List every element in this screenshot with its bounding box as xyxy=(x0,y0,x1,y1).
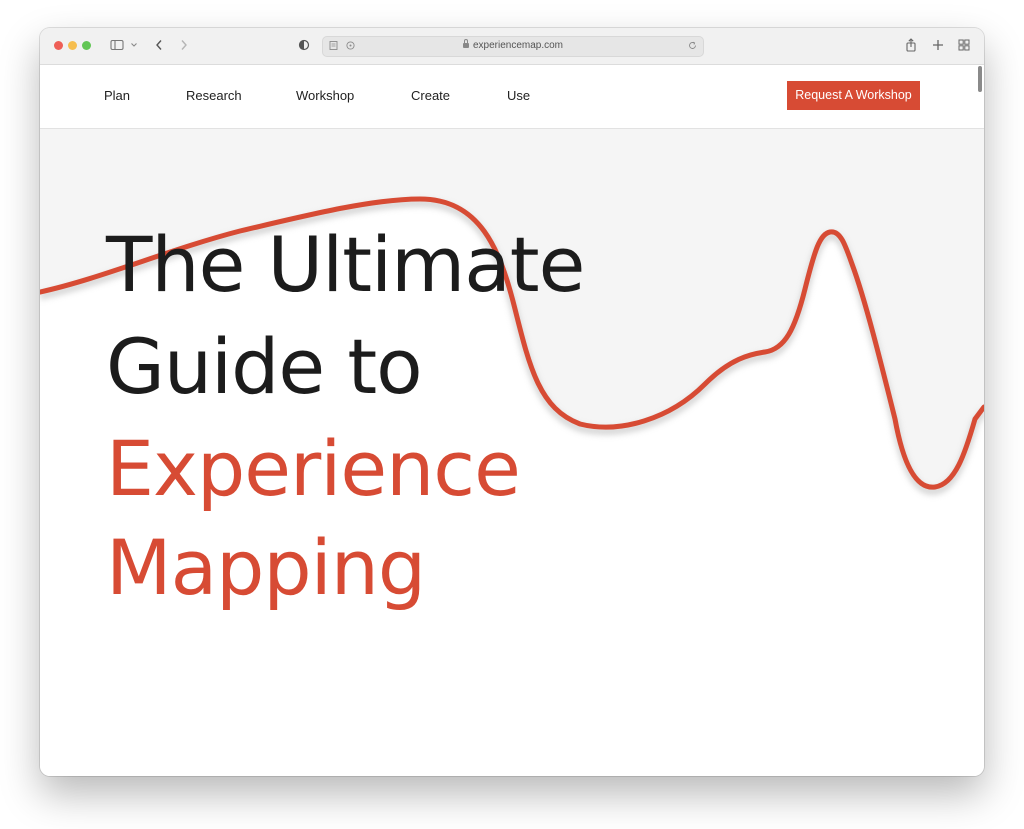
minimize-window-button[interactable] xyxy=(68,41,77,50)
request-workshop-button[interactable]: Request A Workshop xyxy=(787,81,920,110)
chevron-right-icon[interactable] xyxy=(179,37,189,53)
browser-toolbar: experiencemap.com xyxy=(40,28,984,65)
chevron-down-icon[interactable] xyxy=(130,37,138,53)
url-text-container: experiencemap.com xyxy=(323,39,703,51)
scrollbar-thumb[interactable] xyxy=(978,66,982,92)
share-icon[interactable] xyxy=(905,37,917,53)
reload-icon[interactable] xyxy=(687,40,698,51)
nav-item-workshop[interactable]: Workshop xyxy=(296,88,354,103)
chevron-left-icon[interactable] xyxy=(154,37,164,53)
hero-section: The Ultimate Guide to Experience Mapping xyxy=(40,129,984,776)
hero-title-line-2: Guide to xyxy=(106,322,423,411)
maximize-window-button[interactable] xyxy=(82,41,91,50)
url-text: experiencemap.com xyxy=(472,40,564,51)
hero-title-line-4: Mapping xyxy=(106,523,426,612)
nav-item-use[interactable]: Use xyxy=(507,88,530,103)
tab-grid-icon[interactable] xyxy=(958,37,970,53)
close-window-button[interactable] xyxy=(54,41,63,50)
browser-window: experiencemap.com Plan Research Workshop… xyxy=(40,28,984,776)
nav-item-plan[interactable]: Plan xyxy=(104,88,130,103)
address-bar[interactable]: experiencemap.com xyxy=(322,36,704,57)
sidebar-icon[interactable] xyxy=(110,37,124,53)
site-navigation: Plan Research Workshop Create Use Reques… xyxy=(40,65,984,129)
lock-icon xyxy=(462,39,469,48)
hero-title-line-1: The Ultimate xyxy=(106,220,585,309)
shield-half-icon[interactable] xyxy=(298,37,310,53)
hero-title-line-3: Experience xyxy=(106,424,521,513)
plus-icon[interactable] xyxy=(932,37,944,53)
nav-item-research[interactable]: Research xyxy=(186,88,242,103)
nav-item-create[interactable]: Create xyxy=(411,88,450,103)
